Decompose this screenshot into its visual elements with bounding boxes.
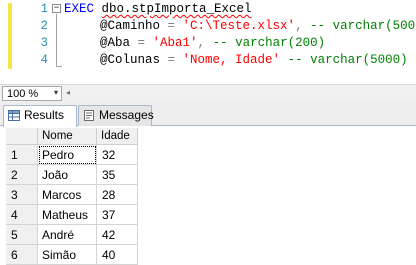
grid-cell-idade[interactable]: 35 [97, 165, 138, 185]
zoom-value: 100 % [7, 88, 39, 100]
column-header-idade[interactable]: Idade [97, 128, 138, 145]
grid-cell-idade[interactable]: 42 [97, 225, 138, 245]
line-number: 3 [40, 36, 48, 50]
code-line-1: EXEC dbo.stpImporta_Excel [64, 1, 252, 18]
grid-cell-nome[interactable]: Simão [38, 245, 97, 265]
param-value: 'C:\Teste.xlsx' [182, 19, 296, 33]
param-name: @Aba [100, 36, 131, 50]
row-number[interactable]: 5 [6, 225, 38, 245]
scroll-left-icon[interactable]: ◂ [66, 88, 70, 97]
line-number: 1 [40, 2, 48, 16]
chevron-down-icon[interactable]: ▾ [54, 88, 58, 97]
grid-cell-nome[interactable]: Pedro [38, 145, 97, 165]
change-marker [8, 3, 12, 69]
line-number: 2 [40, 19, 48, 33]
tab-results[interactable]: Results [3, 105, 77, 127]
param-value: 'Nome, Idade' [182, 53, 281, 67]
code-line-2: @Caminho = 'C:\Teste.xlsx', -- varchar(5… [100, 18, 416, 35]
exec-keyword: EXEC [64, 2, 95, 16]
grid-results-icon [8, 110, 20, 121]
comment: -- varchar(200) [212, 36, 326, 50]
grid-cell-idade[interactable]: 40 [97, 245, 138, 265]
fold-guide [56, 14, 57, 67]
separator: , [295, 19, 311, 33]
row-number[interactable]: 3 [6, 185, 38, 205]
param-name: @Caminho [100, 19, 161, 33]
comment: -- varchar(5000) [287, 53, 408, 67]
param-name: @Colunas [100, 53, 161, 67]
code-line-4: @Colunas = 'Nome, Idade' -- varchar(5000… [100, 52, 408, 69]
collapse-toggle-icon[interactable]: − [52, 4, 61, 13]
tab-label: Results [24, 108, 65, 122]
tab-messages[interactable]: Messages [78, 105, 154, 126]
messages-icon [84, 110, 94, 121]
tab-label: Messages [99, 108, 154, 122]
row-number[interactable]: 6 [6, 245, 38, 265]
query-editor[interactable]: 1 2 3 4 − EXEC dbo.stpImporta_Excel @Cam… [0, 0, 416, 84]
param-value: 'Aba1' [152, 36, 198, 50]
separator [280, 53, 288, 67]
operator: = [160, 19, 183, 33]
grid-cell-nome[interactable]: João [38, 165, 97, 185]
grid-cell-idade[interactable]: 28 [97, 185, 138, 205]
zoom-dropdown[interactable]: 100 % ▾ [2, 86, 62, 101]
row-number[interactable]: 1 [6, 145, 38, 165]
editor-status-bar: 100 % ▾ ◂ [0, 84, 416, 102]
grid-cell-idade[interactable]: 37 [97, 205, 138, 225]
row-number[interactable]: 4 [6, 205, 38, 225]
fold-guide-end [56, 66, 62, 67]
operator: = [160, 53, 183, 67]
grid-cell-nome[interactable]: André [38, 225, 97, 245]
results-tabstrip: Results Messages [0, 102, 416, 127]
grid-cell-idade[interactable]: 32 [97, 145, 138, 165]
grid-cell-nome[interactable]: Marcos [38, 185, 97, 205]
column-header-nome[interactable]: Nome [38, 128, 97, 145]
results-grid[interactable]: Nome Idade 1 Pedro 32 2 João 35 3 Marcos… [0, 126, 416, 265]
operator: = [130, 36, 153, 50]
procedure-name: dbo.stpImporta_Excel [101, 2, 252, 16]
code-line-3: @Aba = 'Aba1', -- varchar(200) [100, 35, 325, 52]
grid-cell-nome[interactable]: Matheus [38, 205, 97, 225]
comment: -- varchar(5000) [310, 19, 416, 33]
separator: , [197, 36, 213, 50]
grid-corner-header[interactable] [6, 128, 38, 145]
line-number: 4 [40, 53, 48, 67]
row-number[interactable]: 2 [6, 165, 38, 185]
